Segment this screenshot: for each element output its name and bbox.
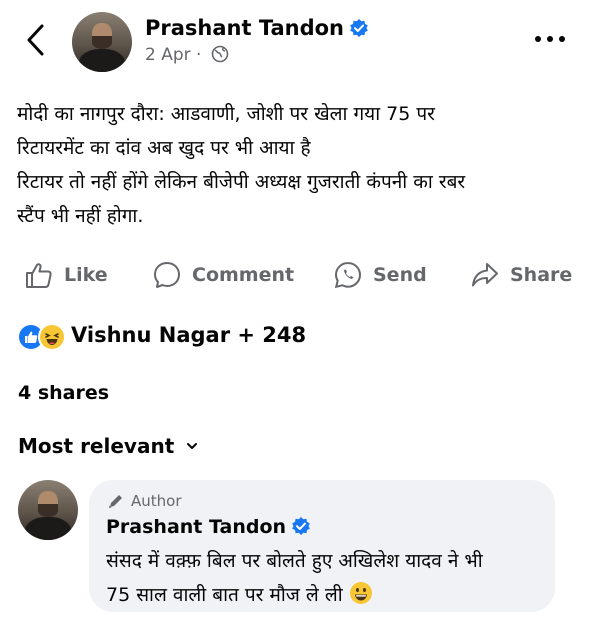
author-name-row[interactable]: Prashant Tandon xyxy=(145,16,369,43)
whatsapp-send-icon xyxy=(334,261,362,289)
author-badge-label: Author xyxy=(131,492,182,510)
comment-sort-dropdown[interactable]: Most relevant xyxy=(18,434,198,458)
author-name[interactable]: Prashant Tandon xyxy=(145,16,344,40)
chevron-down-icon xyxy=(187,443,198,449)
comment-label: Comment xyxy=(192,264,295,286)
verified-badge-icon xyxy=(349,18,369,43)
more-options-icon[interactable] xyxy=(532,24,568,54)
comment-icon xyxy=(154,262,180,288)
post-meta: 2 Apr · xyxy=(145,45,229,68)
post-timestamp[interactable]: 2 Apr xyxy=(145,45,191,65)
grinning-emoji-icon xyxy=(349,581,373,616)
back-chevron-icon[interactable] xyxy=(22,22,50,58)
reaction-icons xyxy=(17,320,67,351)
sort-label: Most relevant xyxy=(18,434,175,458)
comment-author-row[interactable]: Prashant Tandon xyxy=(106,516,311,541)
author-avatar[interactable] xyxy=(72,12,132,72)
send-button[interactable]: Send xyxy=(333,257,427,293)
reactions-summary[interactable]: Vishnu Nagar + 248 xyxy=(17,318,306,352)
share-label: Share xyxy=(510,264,573,286)
like-icon xyxy=(26,263,52,288)
commenter-avatar[interactable] xyxy=(18,480,78,540)
pen-icon xyxy=(109,495,122,508)
comment-button[interactable]: Comment xyxy=(152,257,294,293)
verified-badge-icon xyxy=(291,516,311,541)
comment-author-name[interactable]: Prashant Tandon xyxy=(106,516,286,538)
globe-icon xyxy=(211,45,229,68)
shares-count[interactable]: 4 shares xyxy=(18,382,109,404)
share-button[interactable]: Share xyxy=(470,257,572,293)
post-view: Prashant Tandon 2 Apr · मोदी का नागपुर द… xyxy=(0,0,590,622)
reactions-count-text: Vishnu Nagar + 248 xyxy=(71,323,307,347)
comment-text: संसद में वक़्फ़ बिल पर बोलते हुए अखिलेश … xyxy=(106,550,483,606)
comment-text-block: संसद में वक़्फ़ बिल पर बोलते हुए अखिलेश … xyxy=(106,544,546,616)
haha-reaction-icon xyxy=(38,323,66,351)
comment-bubble: Author Prashant Tandon संसद में वक़्फ़ ब… xyxy=(89,480,555,612)
like-label: Like xyxy=(64,264,108,286)
author-badge: Author xyxy=(107,492,182,510)
share-arrow-icon xyxy=(472,263,498,287)
post-text: मोदी का नागपुर दौरा: आडवाणी, जोशी पर खेल… xyxy=(17,103,466,227)
like-button[interactable]: Like xyxy=(24,257,108,293)
action-bar: Like Comment Send Share xyxy=(0,255,590,295)
meta-separator: · xyxy=(196,45,202,65)
send-label: Send xyxy=(373,264,427,286)
